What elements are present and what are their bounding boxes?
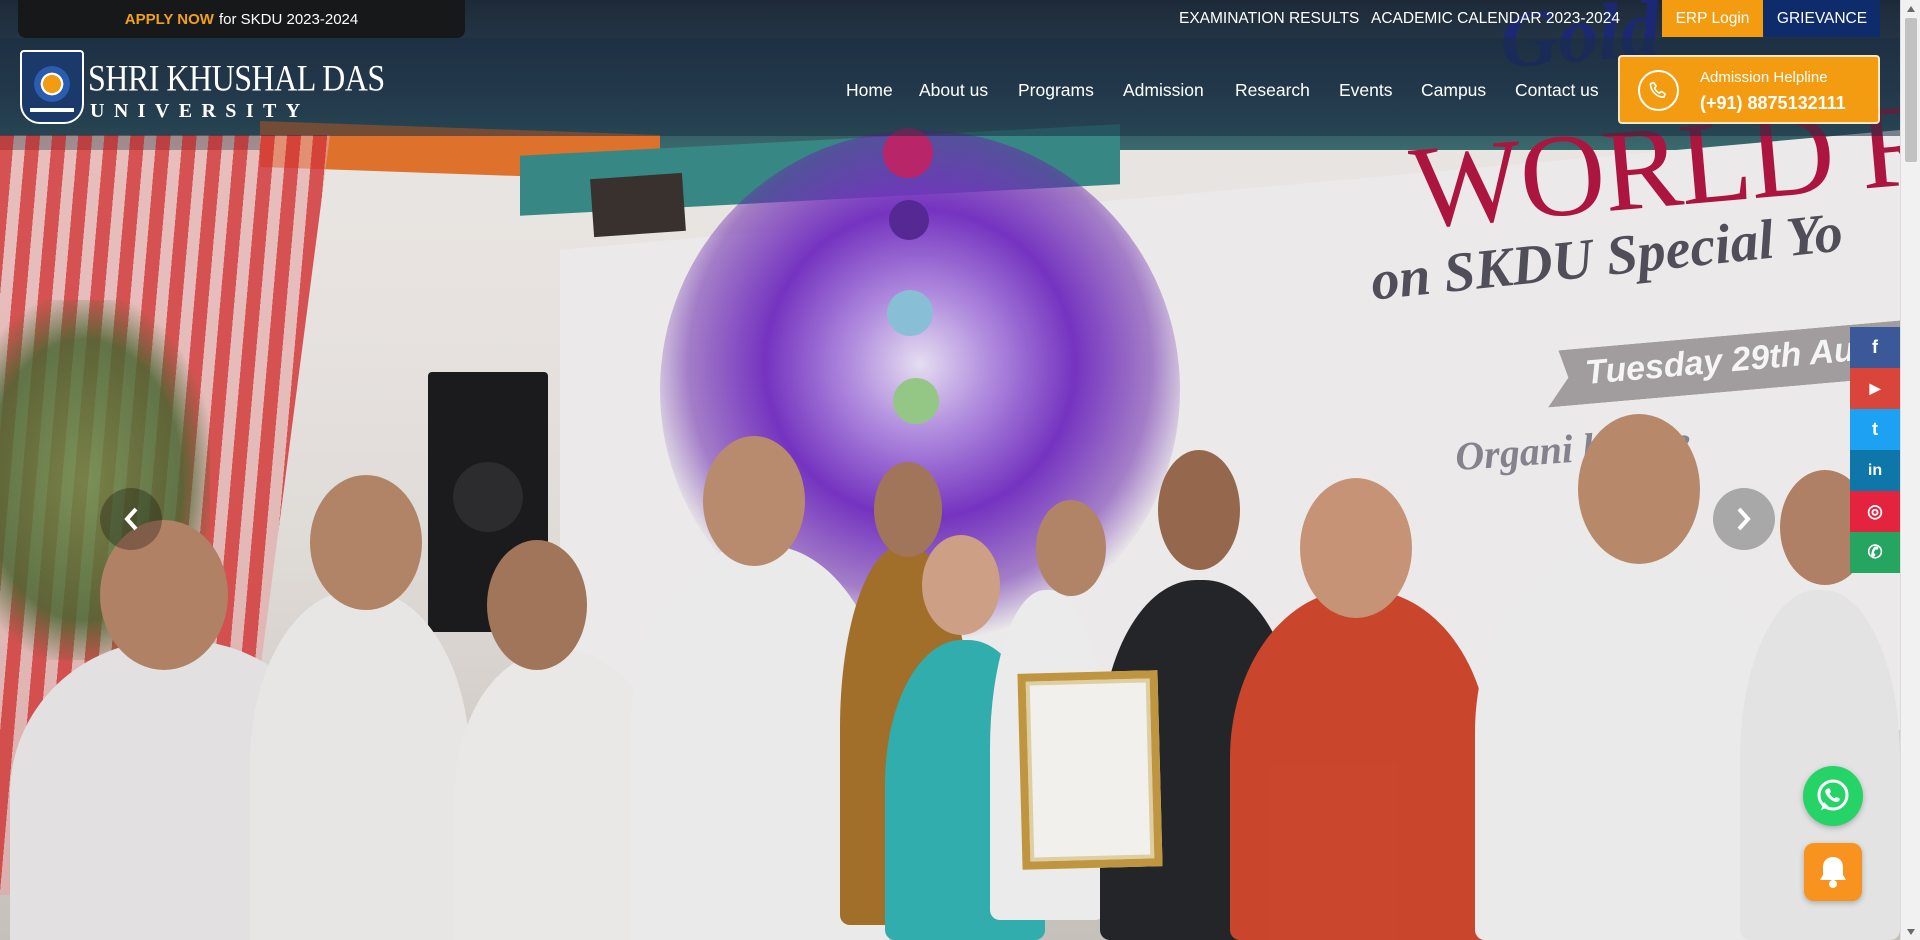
nav-item-events[interactable]: Events <box>1339 80 1393 101</box>
logo-subtitle: UNIVERSITY <box>90 100 310 122</box>
phone-icon <box>1638 70 1679 111</box>
hero-slider-image: Gold WORLD RE on SKDU Special Yo Tuesday… <box>0 0 1900 940</box>
scroll-up-arrow[interactable] <box>1901 0 1920 17</box>
whatsapp-icon[interactable]: ✆ <box>1850 532 1900 573</box>
chevron-right-icon <box>1737 507 1751 531</box>
apply-now-link[interactable]: APPLY NOW <box>125 11 214 28</box>
apply-now-text: for SKDU 2023-2024 <box>218 10 359 28</box>
twitter-icon[interactable]: t <box>1850 409 1900 450</box>
examination-results-link[interactable]: EXAMINATION RESULTS <box>1179 10 1359 28</box>
university-crest-icon <box>20 50 84 124</box>
carousel-prev-button[interactable] <box>100 488 162 550</box>
university-logo[interactable]: SHRI KHUSHAL DAS UNIVERSITY <box>20 50 385 126</box>
apply-now-banner[interactable]: APPLY NOW for SKDU 2023-2024 <box>18 0 465 38</box>
logo-title: SHRI KHUSHAL DAS <box>88 57 385 99</box>
nav-item-contact-us[interactable]: Contact us <box>1515 80 1599 101</box>
carousel-next-button[interactable] <box>1713 488 1775 550</box>
helpline-label: Admission Helpline <box>1700 69 1828 86</box>
nav-item-research[interactable]: Research <box>1235 80 1310 101</box>
chevron-left-icon <box>124 507 138 531</box>
bell-icon <box>1820 857 1846 888</box>
scroll-thumb[interactable] <box>1905 18 1917 162</box>
academic-calendar-link[interactable]: ACADEMIC CALENDAR 2023-2024 <box>1371 10 1620 28</box>
page-scrollbar[interactable] <box>1900 0 1920 940</box>
nav-item-campus[interactable]: Campus <box>1421 80 1486 101</box>
hero-overlay <box>0 0 1900 940</box>
notification-bell-button[interactable] <box>1804 843 1862 901</box>
linkedin-icon[interactable]: in <box>1850 450 1900 491</box>
grievance-button[interactable]: GRIEVANCE <box>1764 0 1880 37</box>
erp-login-button[interactable]: ERP Login <box>1662 0 1763 37</box>
social-sidebar: f ▶ t in ◎ ✆ <box>1850 327 1900 573</box>
whatsapp-chat-button[interactable] <box>1803 766 1863 826</box>
whatsapp-icon <box>1817 779 1849 811</box>
nav-item-programs[interactable]: Programs <box>1018 80 1094 101</box>
scroll-down-arrow[interactable] <box>1901 923 1920 940</box>
nav-item-about-us[interactable]: About us <box>919 80 988 101</box>
nav-item-admission[interactable]: Admission <box>1123 80 1204 101</box>
helpline-number[interactable]: (+91) 8875132111 <box>1700 93 1846 114</box>
admission-helpline-box[interactable]: Admission Helpline (+91) 8875132111 <box>1618 55 1880 124</box>
nav-item-home[interactable]: Home <box>846 80 893 101</box>
instagram-icon[interactable]: ◎ <box>1850 491 1900 532</box>
facebook-icon[interactable]: f <box>1850 327 1900 368</box>
top-bar: APPLY NOW for SKDU 2023-2024 EXAMINATION… <box>0 0 1900 38</box>
youtube-icon[interactable]: ▶ <box>1850 368 1900 409</box>
